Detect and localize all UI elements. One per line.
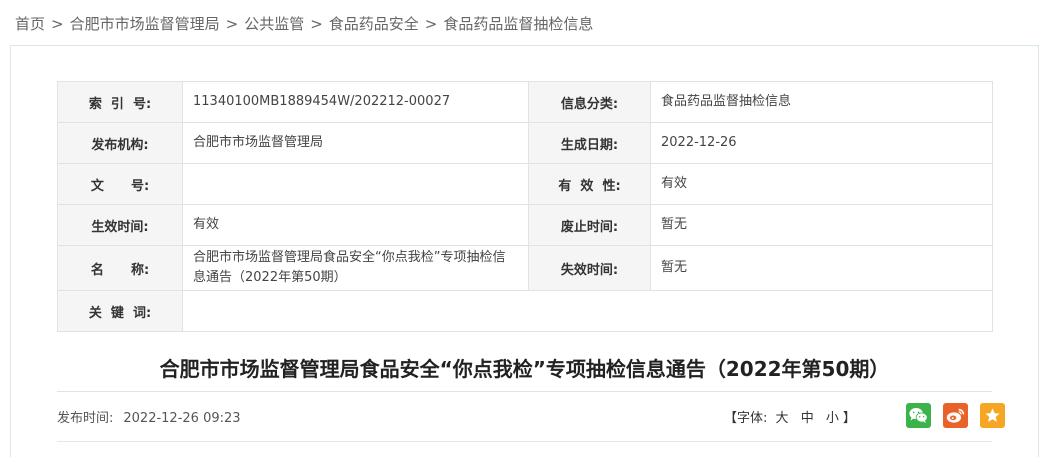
breadcrumb-public-supervision-link[interactable]: 公共监管 [244, 15, 304, 33]
issuer-label: 发布机构: [57, 122, 183, 164]
breadcrumb-separator: > [424, 15, 438, 33]
article-title: 合肥市市场监督管理局食品安全“你点我检”专项抽检信息通告（2022年第50期） [159, 357, 890, 381]
doc-no-value [182, 163, 529, 205]
table-row: 发布机构: 合肥市市场监督管理局 生成日期: 2022-12-26 [57, 122, 993, 164]
publish-info: 发布时间: 2022-12-26 09:23 [57, 407, 241, 426]
repeal-time-value: 暂无 [650, 204, 993, 246]
title-divider [57, 391, 992, 392]
effective-time-value: 有效 [182, 204, 529, 246]
publish-time-label: 发布时间: [57, 411, 114, 426]
font-size-open: 【字体: [724, 411, 768, 426]
effective-time-label: 生效时间: [57, 204, 183, 246]
doc-no-label: 文 号: [57, 163, 183, 205]
weibo-icon [946, 408, 965, 423]
keywords-label: 关 键 词: [57, 290, 183, 332]
validity-value: 有效 [650, 163, 993, 205]
star-icon [985, 408, 1000, 422]
index-no-value: 11340100MB1889454W/202212-00027 [182, 81, 529, 123]
keywords-value [182, 290, 993, 332]
category-label: 信息分类: [528, 81, 651, 123]
name-value: 合肥市市场监督管理局食品安全“你点我检”专项抽检信息通告（2022年第50期） [182, 245, 529, 291]
index-no-label: 索 引 号: [57, 81, 183, 123]
meta-divider [57, 441, 992, 442]
breadcrumb-home-link[interactable]: 首页 [15, 15, 45, 33]
breadcrumb: 首页 > 合肥市市场监督管理局 > 公共监管 > 食品药品安全 > 食品药品监督抽检信息 [15, 13, 593, 34]
font-size-large-button[interactable]: 大 [776, 411, 789, 426]
breadcrumb-bureau-link[interactable]: 合肥市市场监督管理局 [70, 15, 220, 33]
breadcrumb-separator: > [225, 15, 239, 33]
name-label: 名 称: [57, 245, 183, 291]
validity-label: 有 效 性: [528, 163, 651, 205]
content-panel: 索 引 号: 11340100MB1889454W/202212-00027 信… [10, 45, 1039, 457]
share-favorite-button[interactable] [980, 403, 1005, 428]
table-row: 生效时间: 有效 废止时间: 暂无 [57, 204, 993, 246]
breadcrumb-separator: > [51, 15, 64, 33]
table-row: 索 引 号: 11340100MB1889454W/202212-00027 信… [57, 81, 993, 123]
wechat-icon [909, 407, 928, 424]
publish-time-value: 2022-12-26 09:23 [123, 411, 241, 426]
generation-date-label: 生成日期: [528, 122, 651, 164]
breadcrumb-food-drug-safety-link[interactable]: 食品药品安全 [329, 15, 419, 33]
share-wechat-button[interactable] [906, 403, 931, 428]
issuer-value: 合肥市市场监督管理局 [182, 122, 529, 164]
share-weibo-button[interactable] [943, 403, 968, 428]
expire-time-value: 暂无 [650, 245, 993, 291]
font-size-small-button[interactable]: 小 [826, 411, 839, 426]
generation-date-value: 2022-12-26 [650, 122, 993, 164]
table-row: 名 称: 合肥市市场监督管理局食品安全“你点我检”专项抽检信息通告（2022年第… [57, 245, 993, 291]
table-row: 关 键 词: [57, 290, 993, 332]
font-size-medium-button[interactable]: 中 [801, 411, 814, 426]
breadcrumb-sampling-info-link[interactable]: 食品药品监督抽检信息 [443, 15, 593, 33]
breadcrumb-separator: > [310, 15, 323, 33]
category-value: 食品药品监督抽检信息 [650, 81, 993, 123]
repeal-time-label: 废止时间: [528, 204, 651, 246]
document-metadata-table: 索 引 号: 11340100MB1889454W/202212-00027 信… [57, 81, 993, 332]
font-size-control: 【字体: 大 中 小】 [724, 407, 856, 426]
table-row: 文 号: 有 效 性: 有效 [57, 163, 993, 205]
font-size-close: 】 [842, 411, 856, 426]
expire-time-label: 失效时间: [528, 245, 651, 291]
